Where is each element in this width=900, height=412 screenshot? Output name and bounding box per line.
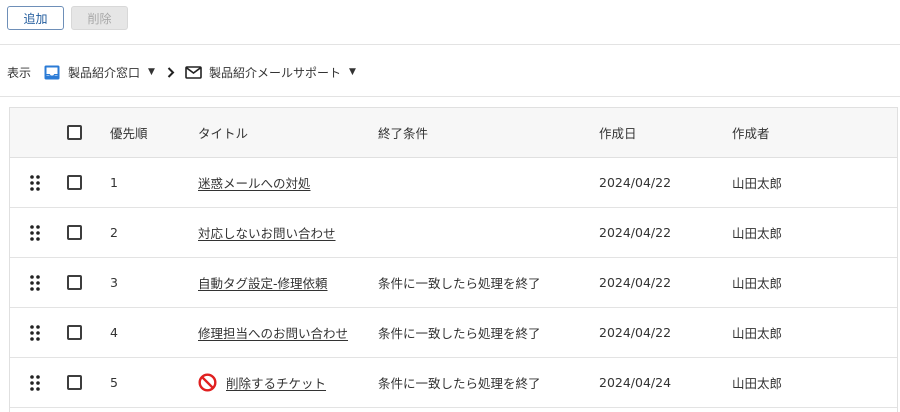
row-priority: 2 (110, 225, 118, 240)
column-author[interactable]: 作成者 (732, 108, 770, 157)
row-priority: 3 (110, 275, 118, 290)
disabled-icon (198, 373, 217, 392)
column-priority[interactable]: 優先順 (110, 108, 148, 157)
chevron-down-icon[interactable]: ▼ (349, 67, 356, 77)
add-button[interactable]: 追加 (7, 6, 64, 30)
breadcrumb-item-label: 製品紹介メールサポート (208, 65, 341, 80)
breadcrumb: 表示 製品紹介窓口 ▼ 製品紹介メールサポート ▼ (7, 62, 356, 82)
table-row: 4 修理担当へのお問い合わせ 条件に一致したら処理を終了 2024/04/22 … (10, 308, 897, 358)
row-created: 2024/04/22 (599, 175, 672, 190)
row-title-link[interactable]: 対応しないお問い合わせ (198, 223, 336, 242)
column-created[interactable]: 作成日 (599, 108, 637, 157)
row-author: 山田太郎 (732, 326, 783, 341)
table-row: 5 削除するチケット 条件に一致したら処理を終了 2024/04/24 山田太郎 (10, 358, 897, 408)
row-title-cell: 対応しないお問い合わせ (198, 208, 336, 257)
select-all-checkbox[interactable] (67, 125, 82, 140)
row-title-cell: 迷惑メールへの対処 (198, 158, 311, 207)
row-author: 山田太郎 (732, 276, 783, 291)
row-condition: 条件に一致したら処理を終了 (378, 376, 541, 391)
row-created: 2024/04/24 (599, 375, 672, 390)
toolbar: 追加 削除 (7, 6, 128, 30)
row-title-link[interactable]: 迷惑メールへの対処 (198, 173, 311, 192)
column-title[interactable]: タイトル (198, 108, 248, 157)
breadcrumb-label: 表示 (7, 65, 32, 80)
row-checkbox-cell (67, 258, 82, 307)
row-priority: 1 (110, 175, 118, 190)
drag-handle-icon[interactable] (27, 358, 43, 407)
drag-handle-icon[interactable] (27, 258, 43, 307)
breadcrumb-item-mail[interactable]: 製品紹介メールサポート ▼ (185, 64, 356, 81)
rules-table: 優先順 タイトル 終了条件 作成日 作成者 1 迷惑メールへの対処 2024/0… (9, 107, 898, 412)
row-checkbox[interactable] (67, 325, 82, 340)
row-title-link[interactable]: 削除するチケット (226, 373, 326, 392)
row-checkbox-cell (67, 308, 82, 357)
breadcrumb-item-inbox[interactable]: 製品紹介窓口 ▼ (44, 64, 155, 81)
chevron-down-icon[interactable]: ▼ (148, 67, 155, 77)
row-title-link[interactable]: 修理担当へのお問い合わせ (198, 323, 348, 342)
row-checkbox-cell (67, 158, 82, 207)
row-title-link[interactable]: 自動タグ設定-修理依頼 (198, 273, 328, 292)
drag-handle-icon[interactable] (27, 158, 43, 207)
row-created: 2024/04/22 (599, 325, 672, 340)
row-priority: 5 (110, 375, 118, 390)
row-title-cell: 削除するチケット (198, 358, 326, 407)
table-row: 1 迷惑メールへの対処 2024/04/22 山田太郎 (10, 158, 897, 208)
row-author: 山田太郎 (732, 176, 783, 191)
row-checkbox-cell (67, 358, 82, 407)
row-author: 山田太郎 (732, 226, 783, 241)
table-row: 3 自動タグ設定-修理依頼 条件に一致したら処理を終了 2024/04/22 山… (10, 258, 897, 308)
delete-button[interactable]: 削除 (71, 6, 128, 30)
select-all-cell (67, 108, 82, 157)
drag-handle-icon[interactable] (27, 308, 43, 357)
row-condition: 条件に一致したら処理を終了 (378, 276, 541, 291)
table-header: 優先順 タイトル 終了条件 作成日 作成者 (10, 108, 897, 158)
breadcrumb-divider (0, 96, 900, 97)
row-created: 2024/04/22 (599, 275, 672, 290)
mail-icon (185, 65, 202, 79)
table-body: 1 迷惑メールへの対処 2024/04/22 山田太郎 2 対応しないお問い合わ… (10, 158, 897, 408)
row-priority: 4 (110, 325, 118, 340)
row-checkbox[interactable] (67, 225, 82, 240)
breadcrumb-item-label: 製品紹介窓口 (68, 65, 141, 80)
toolbar-divider (0, 44, 900, 45)
drag-handle-icon[interactable] (27, 208, 43, 257)
row-author: 山田太郎 (732, 376, 783, 391)
table-row: 2 対応しないお問い合わせ 2024/04/22 山田太郎 (10, 208, 897, 258)
row-condition: 条件に一致したら処理を終了 (378, 326, 541, 341)
column-condition[interactable]: 終了条件 (378, 108, 428, 157)
row-checkbox[interactable] (67, 175, 82, 190)
chevron-right-icon (167, 66, 175, 78)
row-checkbox[interactable] (67, 275, 82, 290)
inbox-icon (44, 65, 60, 80)
row-title-cell: 修理担当へのお問い合わせ (198, 308, 348, 357)
row-checkbox[interactable] (67, 375, 82, 390)
row-title-cell: 自動タグ設定-修理依頼 (198, 258, 328, 307)
row-created: 2024/04/22 (599, 225, 672, 240)
row-checkbox-cell (67, 208, 82, 257)
